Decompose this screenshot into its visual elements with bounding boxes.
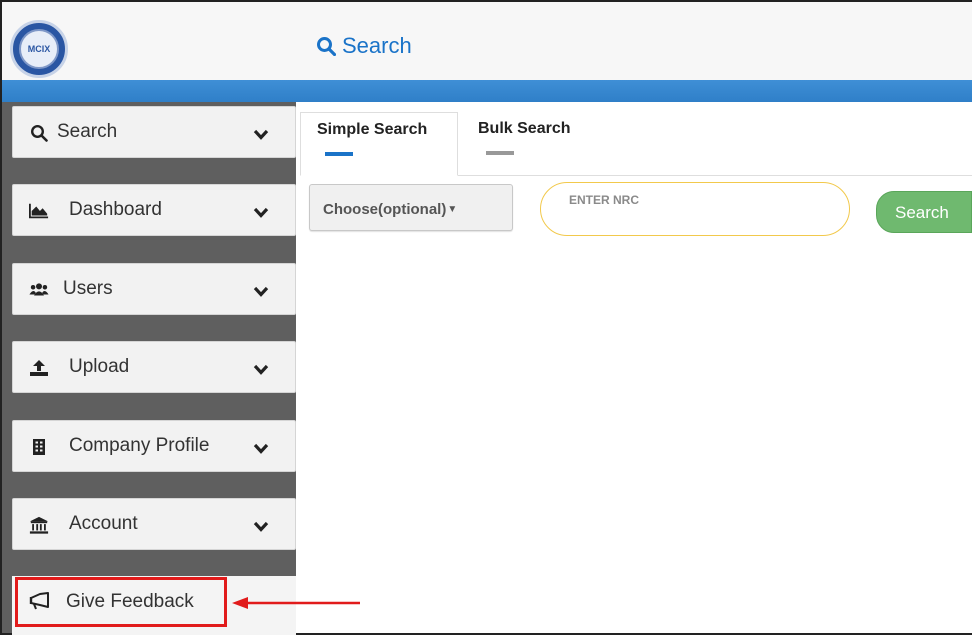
search-tabs: Simple Search Bulk Search [300,112,972,176]
search-button[interactable]: Search [876,191,972,233]
sidebar-item-label: Dashboard [69,199,162,220]
page-title: Search [316,33,412,59]
sidebar-item-label: Users [63,278,113,299]
chevron-down-icon[interactable] [253,127,269,145]
sidebar-item-users[interactable]: Users [12,263,296,315]
search-icon [29,123,49,143]
upload-icon [29,358,49,378]
users-icon [29,280,49,300]
chevron-down-icon[interactable] [253,362,269,380]
chevron-down-icon[interactable] [253,284,269,302]
logo-text: MCIX [19,29,59,69]
sidebar-item-label: Account [69,513,138,534]
sidebar-item-account[interactable]: Account [12,498,296,550]
sidebar-item-label: Give Feedback [66,591,194,612]
header-accent-bar [2,80,972,102]
chevron-down-icon[interactable] [253,205,269,223]
sidebar-item-upload[interactable]: Upload [12,341,296,393]
nrc-input-wrapper [540,182,850,236]
sidebar: Search Dashboard Users Upload Company Pr… [2,102,296,635]
select-value: Choose(optional) [323,201,447,218]
search-icon [316,36,336,56]
area-chart-icon [29,201,49,221]
building-icon [29,437,49,457]
sidebar-item-label: Search [57,121,118,142]
tab-label: Simple Search [317,121,428,138]
sidebar-item-give-feedback[interactable]: Give Feedback [15,577,227,627]
nrc-input[interactable] [541,183,849,235]
megaphone-icon [28,592,50,612]
tab-simple-search[interactable]: Simple Search [300,112,458,176]
top-bar: MCIX Search [2,2,972,80]
caret-down-icon: ▼ [447,204,458,215]
chevron-down-icon[interactable] [253,441,269,459]
sidebar-item-search[interactable]: Search [12,106,296,158]
tab-bulk-search[interactable]: Bulk Search [466,112,596,176]
annotation-arrow-icon [232,595,362,616]
active-tab-indicator [325,152,353,156]
sidebar-item-label: Company Profile [69,435,210,456]
bank-icon [29,515,49,535]
logo[interactable]: MCIX [10,20,68,78]
sidebar-item-company-profile[interactable]: Company Profile [12,420,296,472]
chevron-down-icon[interactable] [253,519,269,537]
sidebar-item-label: Upload [69,356,130,377]
sidebar-item-dashboard[interactable]: Dashboard [12,184,296,236]
tab-label: Bulk Search [478,120,571,137]
page-title-text: Search [342,33,412,58]
id-type-select[interactable]: Choose(optional)▼ [309,184,513,231]
inactive-tab-indicator [486,151,514,155]
